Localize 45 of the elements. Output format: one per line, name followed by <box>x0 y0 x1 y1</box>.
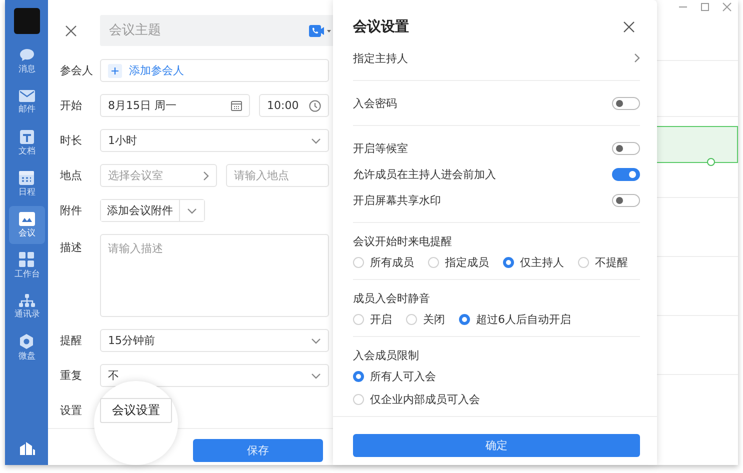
radio-option[interactable]: 开启 <box>353 312 392 327</box>
location-field[interactable]: 请输入地点 <box>226 164 329 187</box>
add-attendee-field[interactable]: 添加参会人 <box>100 59 329 82</box>
radio-option[interactable]: 超过6人后自动开启 <box>459 312 571 327</box>
field-label: 重复 <box>60 368 83 383</box>
add-attendee-link[interactable]: 添加参会人 <box>129 63 321 78</box>
nav-item[interactable]: 消息 <box>8 42 44 80</box>
radio-option[interactable]: 所有人可入会 <box>353 369 640 384</box>
description-field[interactable]: 请输入描述 <box>100 234 329 317</box>
nav-item[interactable]: 会议 <box>8 206 44 244</box>
nav-item[interactable]: 微盘 <box>8 329 44 367</box>
panel-title: 会议设置 <box>353 18 409 36</box>
host-setting-row[interactable]: 指定主持人 <box>353 45 640 71</box>
date-field[interactable]: 8月15日 周一 <box>100 94 250 117</box>
nav-item[interactable]: 邮件 <box>8 83 44 121</box>
nav-item[interactable]: 工作台 <box>8 247 44 285</box>
radio-option[interactable]: 不提醒 <box>578 255 628 270</box>
radio-option[interactable]: 关闭 <box>406 312 445 327</box>
field-label: 开始 <box>60 98 83 113</box>
field-label: 附件 <box>60 203 83 218</box>
nav-item[interactable]: 文档 <box>8 124 44 162</box>
group-title: 成员入会时静音 <box>353 291 431 307</box>
field-label: 提醒 <box>60 333 83 348</box>
select-field[interactable]: 15分钟前 <box>100 329 329 352</box>
select-field[interactable]: 1小时 <box>100 129 329 152</box>
radio-option[interactable]: 仅主持人 <box>503 255 564 270</box>
field-label: 时长 <box>60 133 83 148</box>
group-title: 会议开始时来电提醒 <box>353 234 453 250</box>
add-attachment-button[interactable]: 添加会议附件 <box>101 200 180 221</box>
field-label: 设置 <box>60 403 83 418</box>
setting-label: 入会密码 <box>353 96 397 110</box>
field-label: 描述 <box>60 240 83 255</box>
time-field[interactable]: 10:00 <box>259 94 329 117</box>
radio-option[interactable]: 指定成员 <box>428 255 489 270</box>
radio-option[interactable]: 仅企业内部成员可入会 <box>353 392 640 407</box>
setting-label: 允许成员在主持人进会前加入 <box>353 166 496 182</box>
setting-label: 开启屏幕共享水印 <box>353 192 441 208</box>
radio-option[interactable]: 所有成员 <box>353 255 414 270</box>
setting-label: 开启等候室 <box>353 140 408 156</box>
field-label: 地点 <box>60 168 83 183</box>
nav-item[interactable]: 通讯录 <box>8 288 44 326</box>
nav-item[interactable]: 日程 <box>8 165 44 203</box>
field-label: 参会人 <box>60 63 94 78</box>
meeting-settings-button[interactable]: 会议设置 <box>100 398 172 423</box>
group-title: 入会成员限制 <box>353 348 420 364</box>
